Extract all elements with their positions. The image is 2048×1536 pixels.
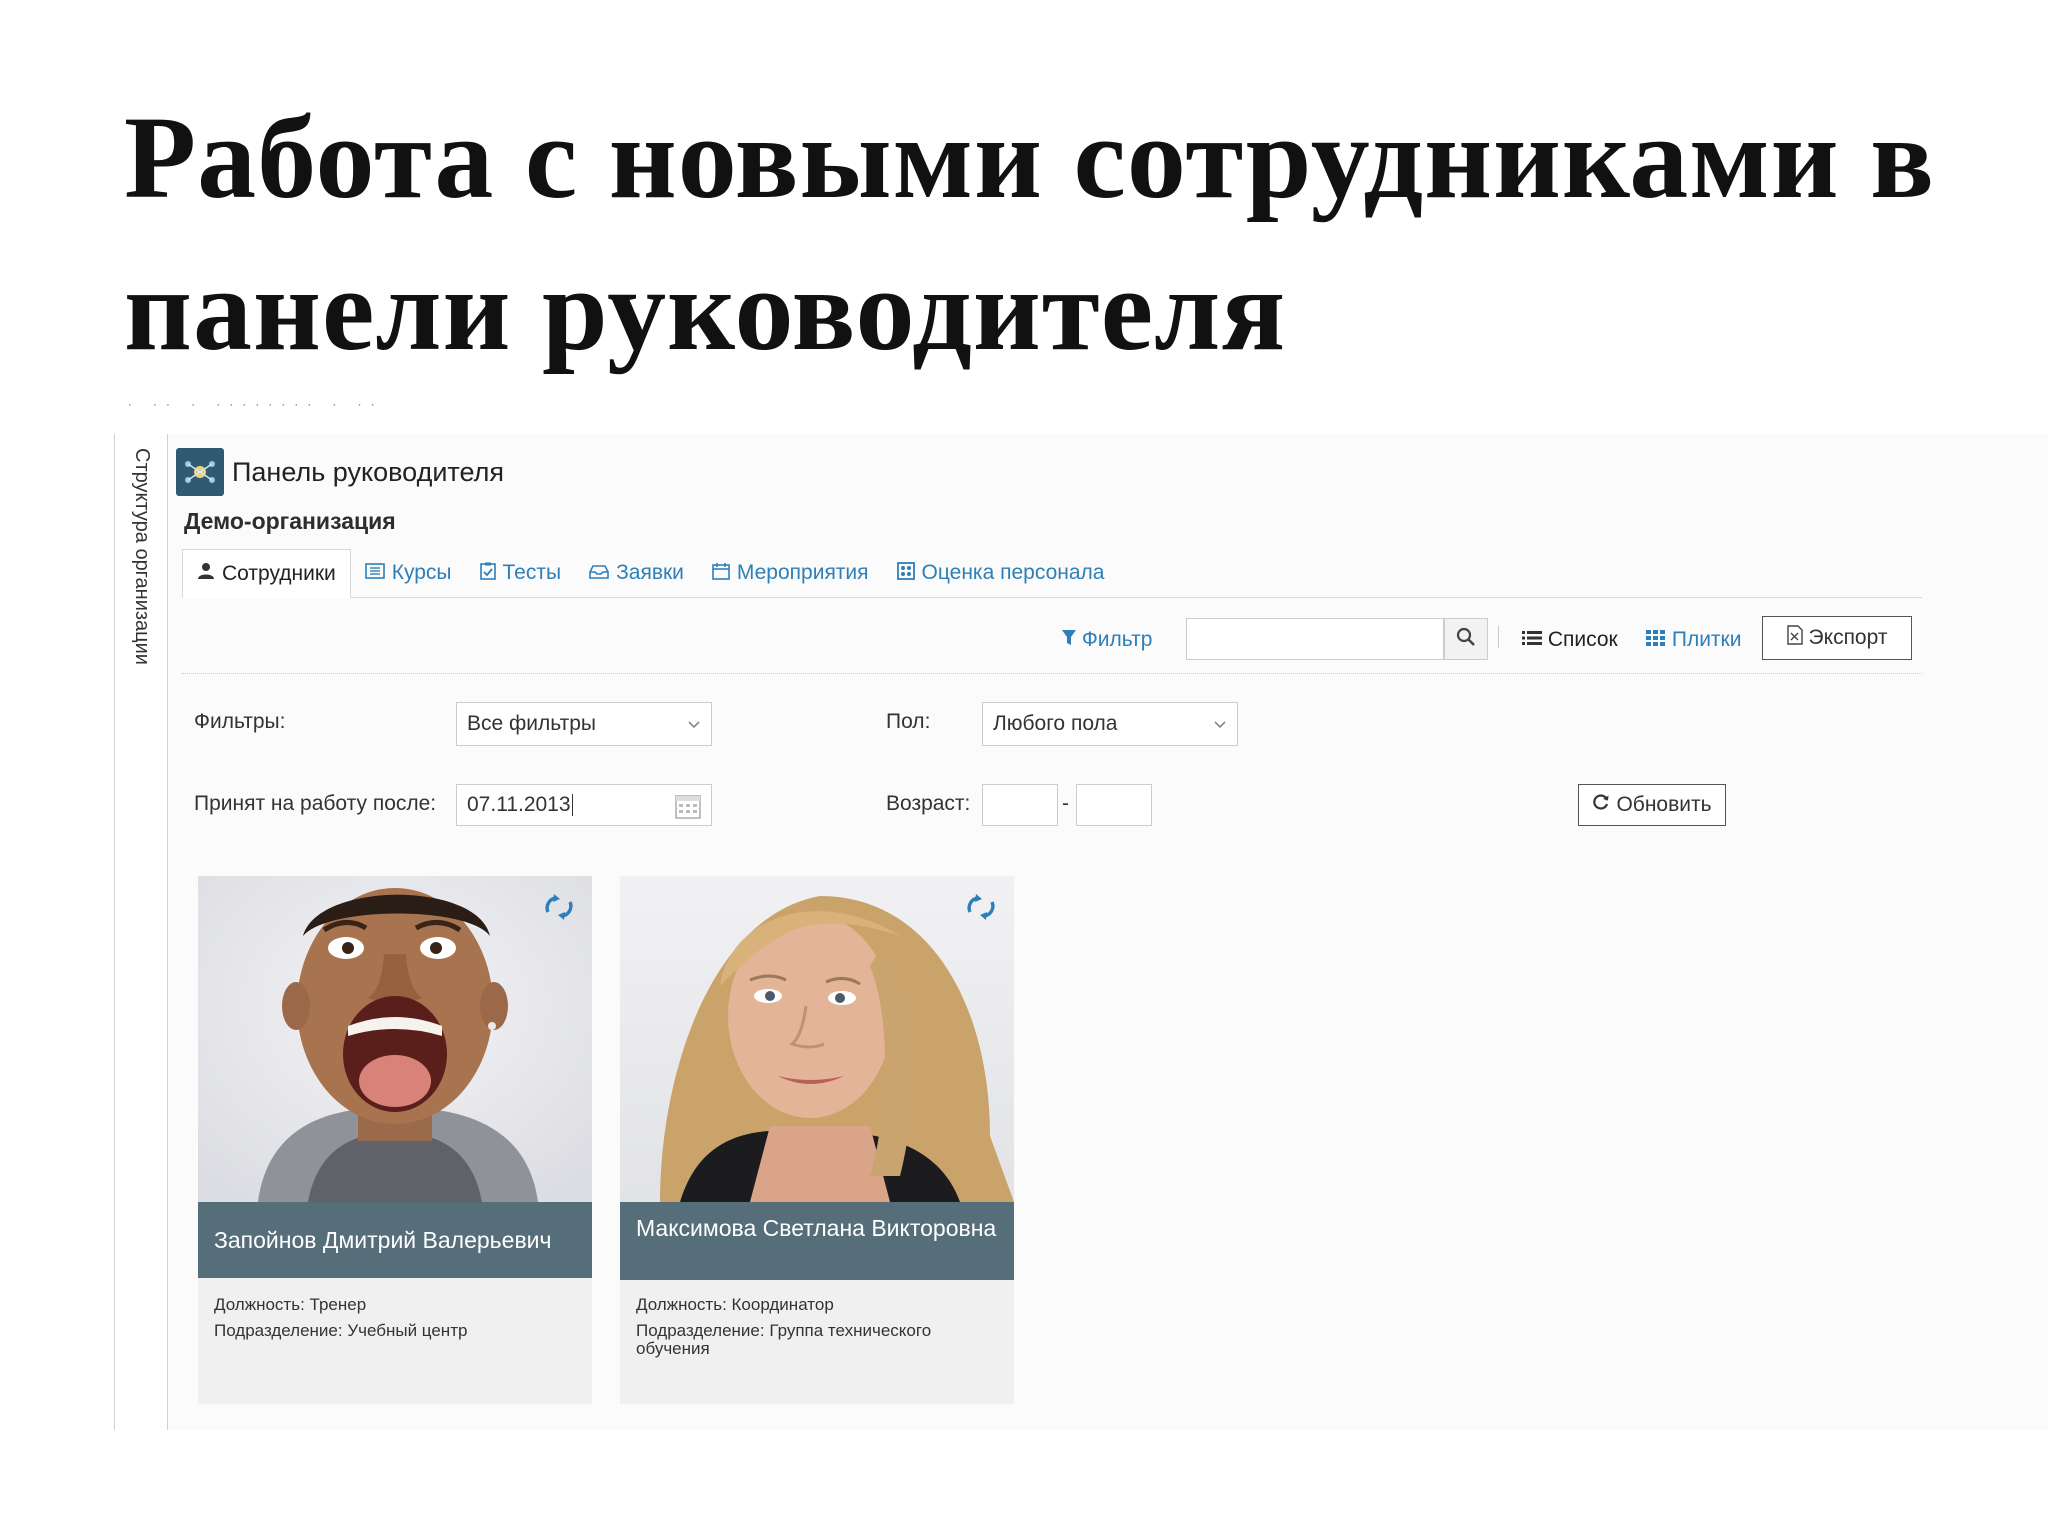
- age-from-input[interactable]: [982, 784, 1058, 826]
- filter-toggle[interactable]: Фильтр: [1062, 628, 1152, 652]
- tab-employees[interactable]: Сотрудники: [182, 549, 351, 598]
- clipboard-check-icon: [479, 562, 496, 585]
- tab-tests[interactable]: Тесты: [466, 549, 576, 597]
- gender-label: Пол:: [886, 710, 931, 733]
- grid-icon: [1646, 628, 1672, 651]
- tab-label: Сотрудники: [222, 561, 336, 585]
- age-label: Возраст:: [886, 792, 971, 815]
- org-structure-label[interactable]: Структура организации: [130, 448, 153, 665]
- tab-courses[interactable]: Курсы: [351, 549, 466, 597]
- search-input[interactable]: [1186, 618, 1444, 660]
- slide-title-line-1: Работа с новыми сотрудниками в: [124, 92, 1935, 223]
- sync-icon[interactable]: [964, 894, 998, 925]
- employee-department: Подразделение: Учебный центр: [214, 1321, 468, 1340]
- export-label: Экспорт: [1808, 626, 1888, 649]
- employee-photo: [198, 876, 592, 1202]
- sync-icon[interactable]: [542, 894, 576, 925]
- cropped-breadcrumb-remnant: ˙ ˙˙ ˙ ˙˙˙˙˙˙˙˙ ˙ ˙˙: [128, 404, 384, 414]
- employee-position: Должность: Тренер: [214, 1295, 367, 1314]
- refresh-icon: [1592, 793, 1610, 817]
- org-structure-sidebar[interactable]: Структура организации: [114, 434, 168, 1430]
- search-button[interactable]: [1444, 618, 1488, 660]
- age-to-input[interactable]: [1076, 784, 1152, 826]
- view-list-label: Список: [1547, 628, 1618, 651]
- employee-photo: [620, 876, 1014, 1202]
- panel-title: Панель руководителя: [232, 456, 504, 487]
- hired-after-date-input[interactable]: 07.11.2013: [456, 784, 712, 826]
- toolbar: Фильтр Список Плитки Экспорт: [182, 614, 1922, 674]
- view-list-button[interactable]: Список: [1522, 628, 1618, 652]
- gender-select-value: Любого пола: [993, 712, 1118, 735]
- employee-card[interactable]: Максимова Светлана Викторовна Должность:…: [620, 876, 1014, 1404]
- employee-name[interactable]: Максимова Светлана Викторовна: [620, 1202, 1014, 1280]
- tab-requests[interactable]: Заявки: [575, 549, 698, 597]
- hired-after-date-value: 07.11.2013: [467, 793, 571, 816]
- view-tiles-button[interactable]: Плитки: [1646, 628, 1741, 652]
- chevron-down-icon: [1213, 713, 1227, 737]
- chevron-down-icon: [687, 713, 701, 737]
- tab-label: Оценка персонала: [921, 561, 1105, 584]
- employee-card[interactable]: Запойнов Дмитрий Валерьевич Должность: Т…: [198, 876, 592, 1404]
- panel-header: Панель руководителя: [176, 448, 504, 496]
- user-icon: [197, 562, 215, 585]
- list-icon: [1522, 628, 1548, 651]
- tab-staff-assessment[interactable]: Оценка персонала: [883, 549, 1119, 597]
- tab-label: Мероприятия: [736, 561, 869, 584]
- slide-title: Работа с новыми сотрудниками в панели ру…: [124, 82, 1984, 386]
- employee-name[interactable]: Запойнов Дмитрий Валерьевич: [198, 1202, 592, 1278]
- tab-label: Заявки: [616, 561, 684, 584]
- view-tiles-label: Плитки: [1671, 628, 1742, 651]
- organization-name: Демо-организация: [184, 508, 396, 534]
- text-cursor: [571, 794, 573, 816]
- slide-title-line-2: панели руководителя: [124, 244, 1287, 375]
- manager-panel: Структура организации Панель руководител…: [114, 434, 2048, 1430]
- toolbar-separator: [1498, 626, 1499, 648]
- excel-file-icon: [1786, 625, 1803, 651]
- inbox-icon: [589, 563, 609, 584]
- filter-label: Фильтр: [1081, 628, 1153, 651]
- gender-select[interactable]: Любого пола: [982, 702, 1238, 746]
- funnel-icon: [1062, 628, 1082, 651]
- refresh-label: Обновить: [1616, 793, 1712, 816]
- employee-position: Должность: Координатор: [636, 1295, 834, 1314]
- export-button[interactable]: Экспорт: [1762, 616, 1912, 660]
- assessment-icon: [896, 561, 915, 585]
- tab-bar: Сотрудники Курсы Тесты Заявки Мероприяти…: [182, 549, 1922, 598]
- calendar-picker-icon[interactable]: [675, 793, 701, 825]
- refresh-button[interactable]: Обновить: [1578, 784, 1726, 826]
- employee-department: Подразделение: Группа технического обуче…: [636, 1321, 932, 1358]
- tab-label: Курсы: [391, 561, 452, 584]
- tab-events[interactable]: Мероприятия: [698, 549, 883, 597]
- search-icon: [1456, 627, 1476, 652]
- manager-panel-logo-icon: [176, 448, 224, 496]
- tab-label: Тесты: [502, 561, 562, 584]
- filters-select-value: Все фильтры: [467, 712, 596, 735]
- filters-label: Фильтры:: [194, 710, 286, 733]
- hired-after-label: Принят на работу после:: [194, 792, 437, 815]
- age-separator: -: [1062, 792, 1069, 815]
- calendar-icon: [712, 562, 730, 585]
- book-icon: [364, 562, 385, 584]
- filters-select[interactable]: Все фильтры: [456, 702, 712, 746]
